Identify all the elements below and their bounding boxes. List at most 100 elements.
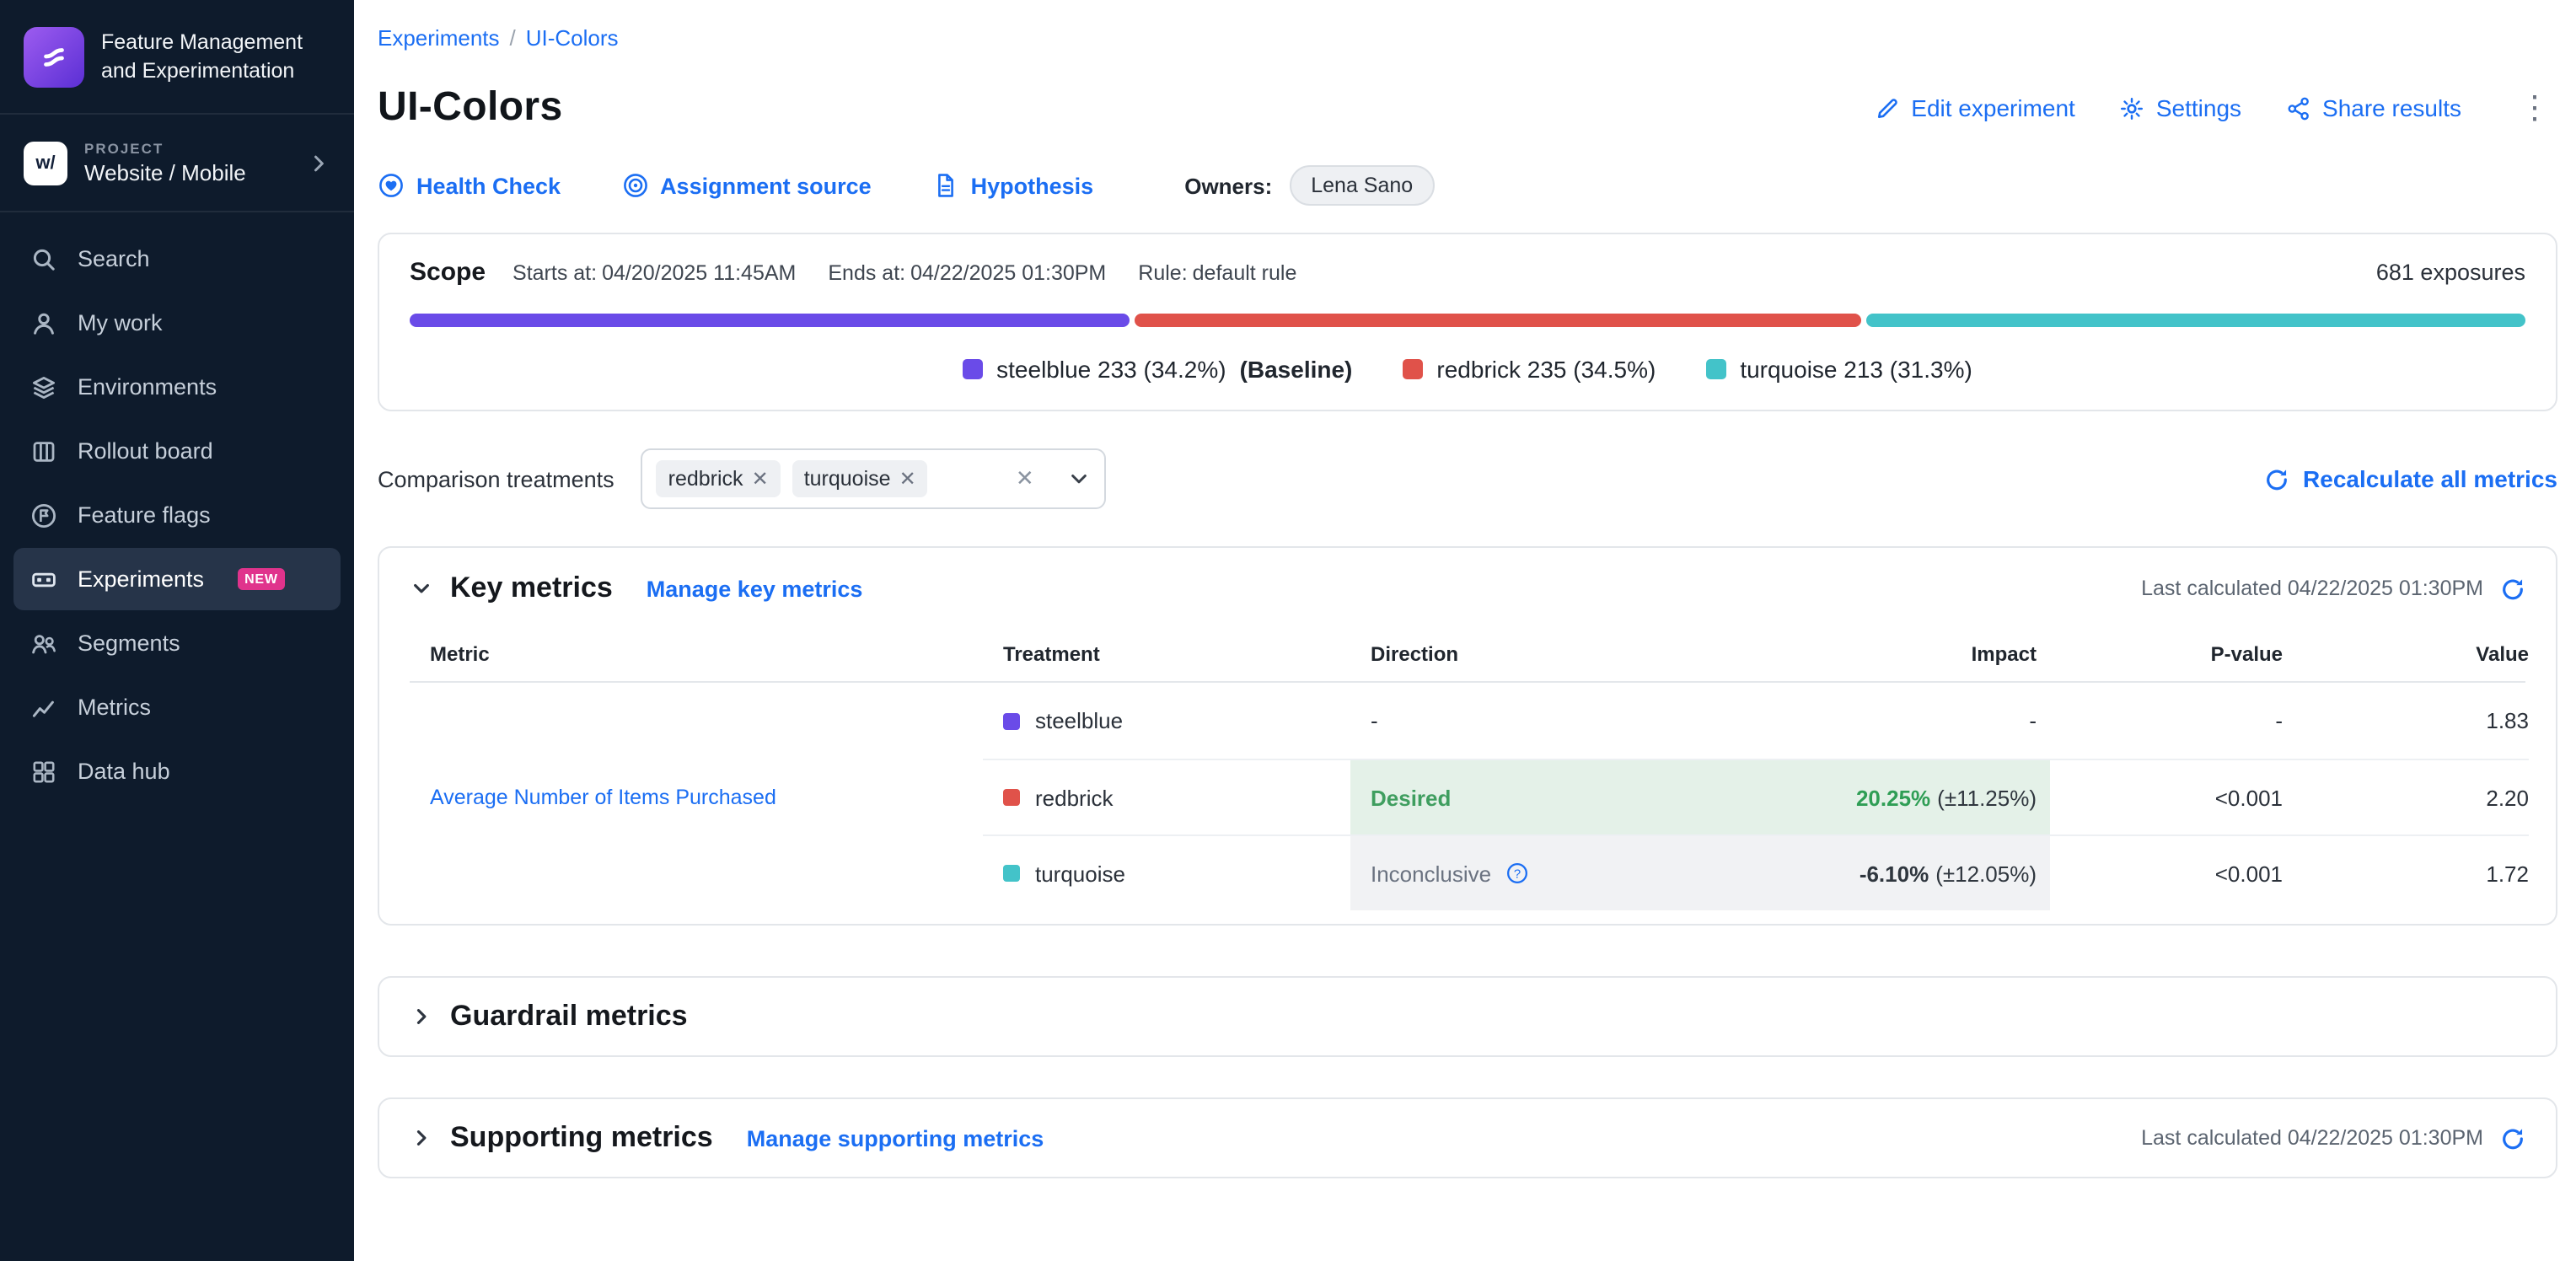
- sidebar-item-search[interactable]: Search: [13, 228, 341, 290]
- turquoise-swatch: [1706, 359, 1726, 379]
- metric-link[interactable]: Average Number of Items Purchased: [430, 785, 776, 808]
- sidebar-item-segments[interactable]: Segments: [13, 612, 341, 674]
- recalculate-all-metrics-button[interactable]: Recalculate all metrics: [2264, 465, 2557, 492]
- value-cell: 1.72: [2283, 834, 2529, 910]
- chip-redbrick[interactable]: redbrick ✕: [657, 460, 781, 497]
- person-icon: [30, 309, 57, 336]
- search-icon: [30, 245, 57, 272]
- manage-key-metrics-link[interactable]: Manage key metrics: [647, 576, 863, 601]
- sidebar: Feature Management and Experimentation w…: [0, 0, 354, 1261]
- breadcrumb-current-link[interactable]: UI-Colors: [526, 25, 619, 51]
- sidebar-item-label: My work: [78, 310, 163, 335]
- owner-pill[interactable]: Lena Sano: [1289, 165, 1435, 206]
- legend-item-steelblue: steelblue 233 (34.2%) (Baseline): [963, 356, 1352, 383]
- chevron-down-icon[interactable]: [410, 577, 433, 600]
- chevron-right-icon[interactable]: [410, 1126, 433, 1150]
- direction-badge: Inconclusive: [1371, 861, 1491, 886]
- col-metric: Metric: [410, 641, 983, 665]
- scope-starts: Starts at:04/20/2025 11:45AM: [513, 261, 801, 285]
- col-value: Value: [2283, 641, 2529, 665]
- sidebar-item-label: Environments: [78, 374, 217, 400]
- help-circle-icon[interactable]: ?: [1505, 861, 1528, 885]
- col-treatment: Treatment: [983, 641, 1350, 665]
- chevron-down-icon[interactable]: [1053, 467, 1092, 491]
- brand-title: Feature Management and Experimentation: [101, 29, 330, 84]
- clear-selection-icon[interactable]: ✕: [1009, 465, 1041, 492]
- project-info: PROJECT Website / Mobile: [84, 140, 290, 185]
- breadcrumb: Experiments / UI-Colors: [378, 25, 2557, 51]
- gear-icon: [2119, 95, 2144, 121]
- treatment-cell: steelblue: [983, 683, 1350, 759]
- edit-experiment-button[interactable]: Edit experiment: [1874, 94, 2075, 121]
- sidebar-item-label: Rollout board: [78, 438, 213, 464]
- remove-chip-icon[interactable]: ✕: [899, 469, 916, 489]
- refresh-icon[interactable]: [2500, 1125, 2525, 1151]
- key-metrics-last-calculated: Last calculated 04/22/2025 01:30PM: [2141, 576, 2525, 601]
- breadcrumb-experiments-link[interactable]: Experiments: [378, 25, 500, 51]
- scope-ends: Ends at:04/22/2025 01:30PM: [828, 261, 1111, 285]
- app-window: Feature Management and Experimentation w…: [0, 0, 2576, 1261]
- remove-chip-icon[interactable]: ✕: [752, 469, 769, 489]
- bar-segment-turquoise: [1866, 314, 2525, 327]
- assignment-source-link[interactable]: Assignment source: [621, 172, 872, 199]
- new-badge: NEW: [238, 568, 285, 590]
- refresh-icon[interactable]: [2500, 576, 2525, 601]
- refresh-icon: [2264, 466, 2289, 491]
- sidebar-item-rollout-board[interactable]: Rollout board: [13, 420, 341, 482]
- hypothesis-link[interactable]: Hypothesis: [932, 172, 1094, 199]
- sidebar-item-label: Data hub: [78, 759, 170, 784]
- board-icon: [30, 437, 57, 464]
- scope-card: Scope Starts at:04/20/2025 11:45AM Ends …: [378, 233, 2557, 411]
- p-value-cell: <0.001: [2050, 759, 2283, 834]
- redbrick-swatch: [1403, 359, 1423, 379]
- comparison-label: Comparison treatments: [378, 466, 614, 491]
- turquoise-swatch: [1003, 865, 1020, 882]
- bar-segment-redbrick: [1135, 314, 1861, 327]
- project-avatar: w/: [24, 141, 67, 185]
- supporting-metrics-card: Supporting metrics Manage supporting met…: [378, 1097, 2557, 1178]
- impact-cell: -: [1775, 683, 2050, 759]
- main-content: Experiments / UI-Colors UI-Colors Edit e…: [354, 0, 2576, 1261]
- project-label: PROJECT: [84, 140, 290, 157]
- page-title: UI-Colors: [378, 84, 563, 131]
- sidebar-item-data-hub[interactable]: Data hub: [13, 740, 341, 802]
- value-cell: 2.20: [2283, 759, 2529, 834]
- sidebar-item-environments[interactable]: Environments: [13, 356, 341, 418]
- manage-supporting-metrics-link[interactable]: Manage supporting metrics: [747, 1125, 1044, 1151]
- sidebar-item-label: Metrics: [78, 695, 151, 720]
- direction-badge: Desired: [1371, 785, 1451, 810]
- pencil-icon: [1874, 95, 1899, 121]
- chip-turquoise[interactable]: turquoise ✕: [792, 460, 928, 497]
- key-metrics-header: Key metrics Manage key metrics Last calc…: [410, 571, 2525, 605]
- health-check-link[interactable]: Health Check: [378, 172, 561, 199]
- owners-label: Owners:: [1184, 173, 1272, 198]
- legend-item-redbrick: redbrick 235 (34.5%): [1403, 356, 1656, 383]
- col-impact: Impact: [1775, 641, 2050, 665]
- sidebar-item-feature-flags[interactable]: Feature flags: [13, 484, 341, 546]
- sidebar-item-experiments[interactable]: Experiments NEW: [13, 548, 341, 610]
- key-metrics-card: Key metrics Manage key metrics Last calc…: [378, 546, 2557, 926]
- settings-button[interactable]: Settings: [2119, 94, 2241, 121]
- more-options-button[interactable]: ⋮: [2512, 92, 2557, 124]
- chevron-right-icon[interactable]: [410, 1005, 433, 1028]
- experiment-icon: [30, 566, 57, 593]
- key-metrics-title: Key metrics: [450, 571, 613, 605]
- sidebar-item-label: Feature flags: [78, 502, 211, 528]
- exposure-distribution-bar: [410, 314, 2525, 327]
- sidebar-item-my-work[interactable]: My work: [13, 292, 341, 354]
- table-body: Average Number of Items Purchased steelb…: [410, 683, 2525, 910]
- value-cell: 1.83: [2283, 683, 2529, 759]
- project-switcher[interactable]: w/ PROJECT Website / Mobile: [0, 115, 354, 212]
- supporting-metrics-last-calculated: Last calculated 04/22/2025 01:30PM: [2141, 1125, 2525, 1151]
- people-icon: [30, 630, 57, 657]
- treatments-multiselect[interactable]: redbrick ✕ turquoise ✕ ✕: [641, 448, 1107, 509]
- treatment-cell: turquoise: [983, 834, 1350, 910]
- table-header: Metric Treatment Direction Impact P-valu…: [410, 625, 2525, 683]
- share-results-button[interactable]: Share results: [2285, 94, 2461, 121]
- key-metrics-table: Metric Treatment Direction Impact P-valu…: [410, 625, 2525, 910]
- chevron-right-icon: [307, 151, 330, 174]
- baseline-tag: (Baseline): [1240, 356, 1353, 383]
- scope-title: Scope: [410, 258, 486, 287]
- bar-segment-steelblue: [410, 314, 1130, 327]
- sidebar-item-metrics[interactable]: Metrics: [13, 676, 341, 738]
